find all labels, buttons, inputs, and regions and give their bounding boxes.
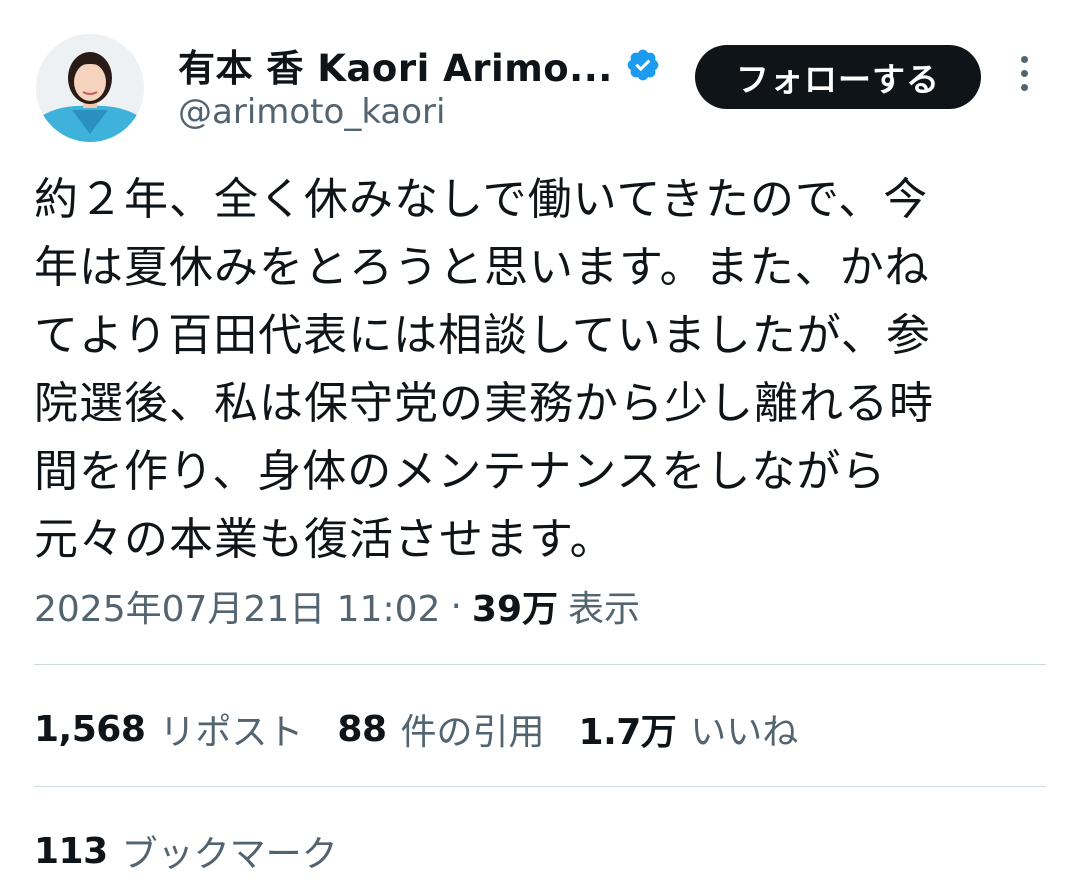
author-handle[interactable]: @arimoto_kaori (178, 92, 445, 132)
bookmarks-label: ブックマーク (121, 834, 338, 875)
meta-separator: · (450, 585, 462, 627)
likes-stat[interactable]: 1.7万 いいね (579, 703, 799, 755)
tweet-timestamp[interactable]: 2025年07月21日 11:02 (34, 580, 440, 632)
tweet-header: 有本 香 Kaori Arimo... @arimoto_kaori フォローす… (0, 0, 1080, 150)
bookmarks-stat[interactable]: 113 ブックマーク (34, 822, 372, 880)
reposts-stat[interactable]: 1,568 リポスト (34, 703, 303, 755)
likes-count: 1.7万 (578, 712, 677, 753)
reposts-label: リポスト (159, 712, 304, 753)
quotes-stat[interactable]: 88 件の引用 (337, 703, 544, 755)
likes-label: いいね (690, 712, 799, 753)
bookmarks-count: 113 (34, 830, 108, 872)
tweet-meta: 2025年07月21日 11:02 · 39万 表示 (34, 581, 640, 631)
quotes-label: 件の引用 (400, 712, 545, 753)
author-display-name[interactable]: 有本 香 Kaori Arimo... (178, 38, 613, 92)
verified-badge-icon (627, 49, 659, 81)
bookmarks-stat-inner: 113 ブックマーク (34, 825, 338, 877)
author-name-row: 有本 香 Kaori Arimo... (178, 40, 661, 90)
avatar-image (36, 34, 144, 142)
reposts-count: 1,568 (34, 708, 146, 750)
follow-button[interactable]: フォローする (695, 45, 981, 109)
more-options-icon[interactable] (1012, 56, 1036, 100)
views-label: 表示 (568, 589, 641, 630)
engagement-stats: 1,568 リポスト 88 件の引用 1.7万 いいね (34, 700, 832, 758)
divider (34, 786, 1046, 787)
views-count: 39万 (471, 589, 558, 630)
avatar[interactable] (36, 34, 144, 142)
tweet-text: 約２年、全く休みなしで働いてきたので、今 年は夏休みをとろうと思います。また、か… (34, 174, 934, 565)
quotes-count: 88 (337, 708, 387, 750)
divider (34, 664, 1046, 665)
